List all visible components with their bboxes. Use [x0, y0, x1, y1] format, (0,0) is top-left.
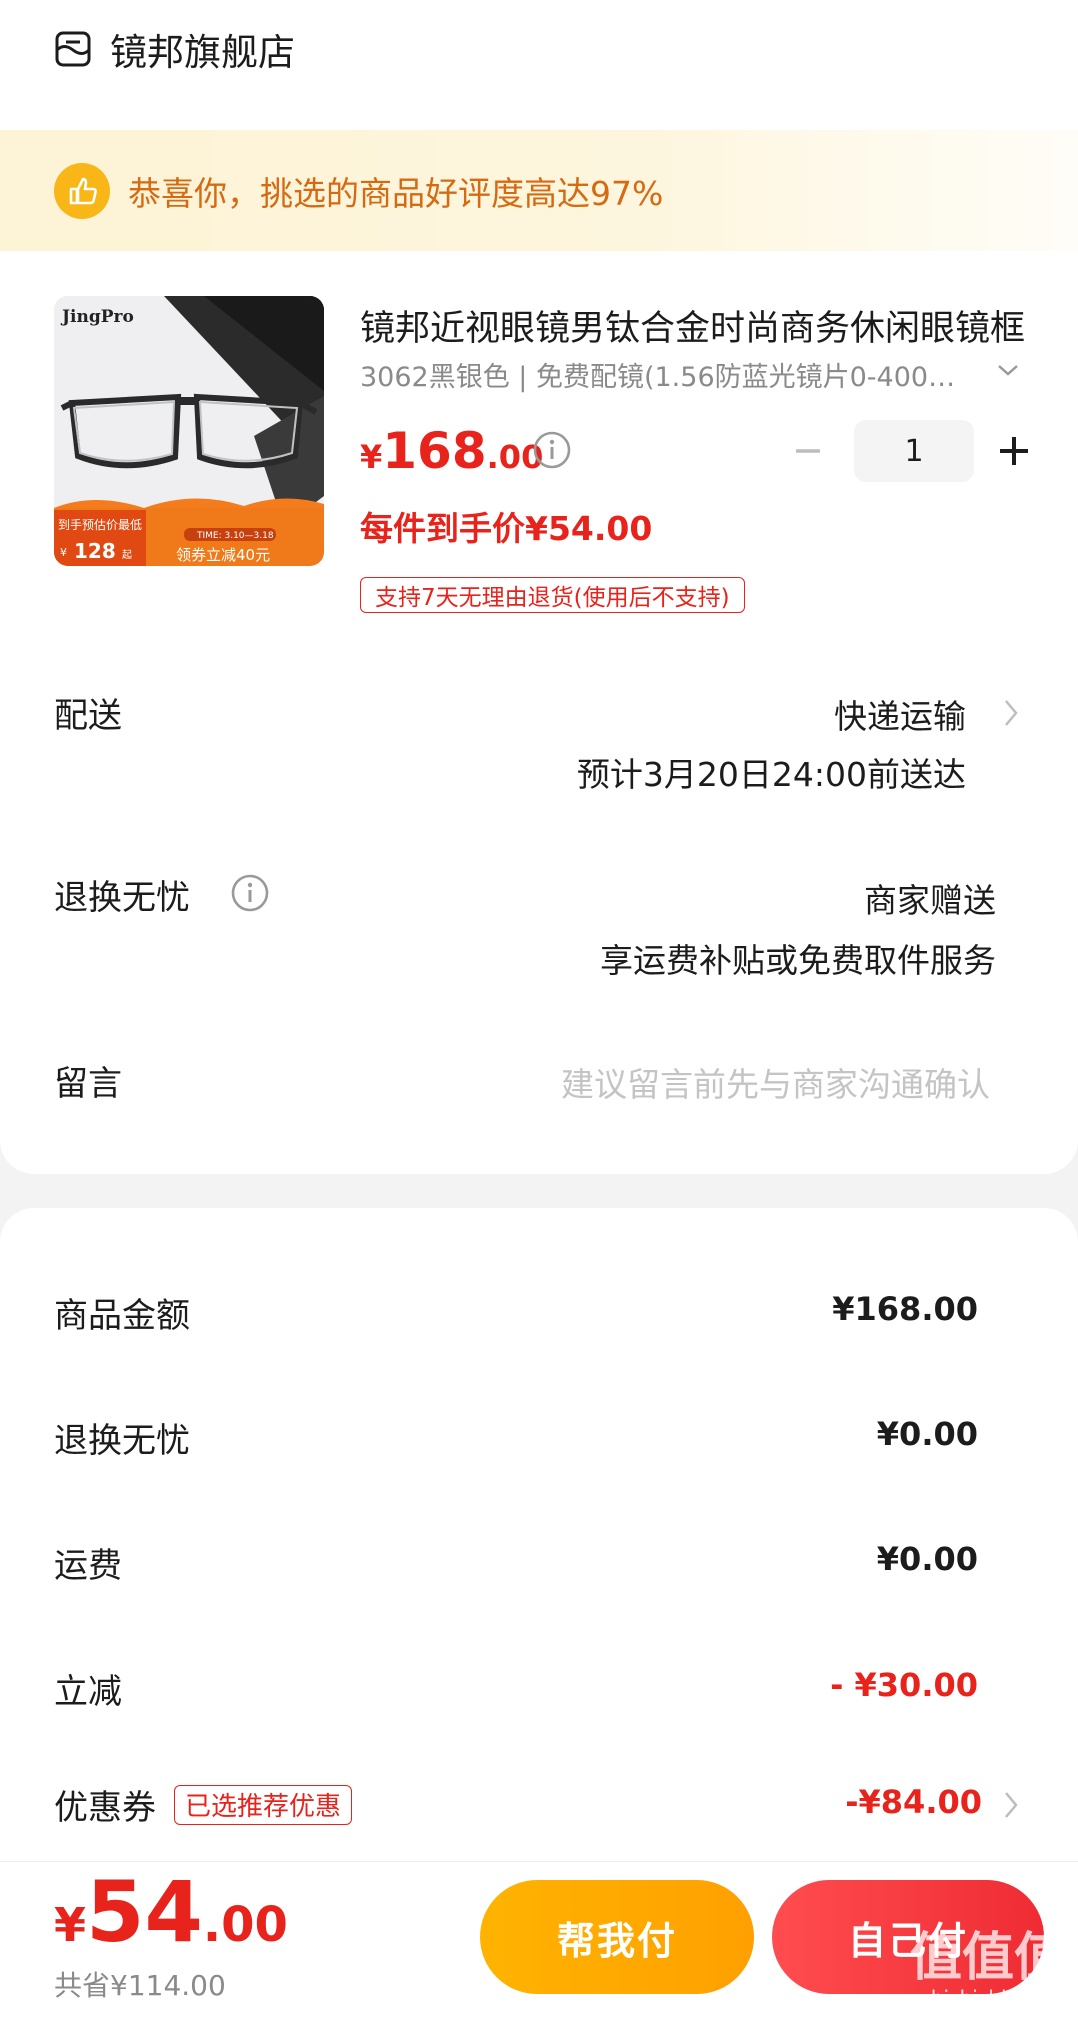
message-label: 留言	[54, 1064, 122, 1104]
info-icon[interactable]	[532, 430, 572, 470]
worry-free-value: 商家赠送	[864, 881, 996, 920]
delivery-eta: 预计3月20日24:00前送达	[576, 755, 966, 794]
decrease-button[interactable]	[786, 420, 830, 482]
per-item-price: 每件到手价¥54.00	[360, 509, 653, 548]
badge-label: 到手预估价最低	[58, 518, 142, 532]
store-name: 镜邦旗舰店	[110, 31, 295, 74]
delivery-label: 配送	[54, 696, 122, 736]
badge-suffix: 起	[122, 549, 132, 561]
total-decimal: .00	[202, 1897, 288, 1953]
product-price: ¥ 168 .00	[360, 422, 543, 480]
return-policy-tag: 支持7天无理由退货(使用后不支持)	[360, 577, 745, 613]
shipping-label: 运费	[54, 1546, 122, 1586]
badge-time: TIME: 3.10—3.18	[196, 531, 274, 541]
coupon-label: 优惠券	[54, 1788, 156, 1828]
total-integer: 54	[86, 1863, 203, 1961]
worry-free-fee-value: ¥0.00	[876, 1415, 978, 1453]
delivery-method[interactable]: 快递运输	[834, 690, 966, 738]
rating-banner: 恭喜你，挑选的商品好评度高达97%	[0, 130, 1078, 251]
message-input[interactable]: 建议留言前先与商家沟通确认	[561, 1058, 990, 1106]
worry-free-fee-label: 退换无忧	[54, 1421, 190, 1461]
total-symbol: ¥	[54, 1898, 87, 1952]
coupon-tag: 已选推荐优惠	[174, 1784, 353, 1825]
goods-amount-label: 商品金额	[54, 1296, 190, 1336]
plus-icon	[1000, 437, 1028, 465]
coupon-value[interactable]: -¥84.00	[845, 1783, 982, 1821]
info-icon[interactable]	[230, 873, 270, 913]
price-symbol: ¥	[360, 438, 383, 476]
shipping-value: ¥0.00	[876, 1540, 978, 1578]
product-image[interactable]: JingPro 到手预估价最低 ¥ 128 起 TIME: 3.10—3.18 …	[54, 296, 324, 566]
worry-free-desc: 享运费补贴或免费取件服务	[600, 941, 996, 980]
store-icon	[55, 31, 91, 67]
watermark-url: zhizhizhi.com	[920, 1986, 1056, 2011]
total-price: ¥ 54 .00	[54, 1870, 288, 1954]
goods-amount-value: ¥168.00	[832, 1290, 978, 1328]
coupon-row[interactable]: 优惠券 已选推荐优惠	[54, 1780, 353, 1829]
product-title[interactable]: 镜邦近视眼镜男钛合金时尚商务休闲眼镜框	[360, 300, 1030, 351]
discount-value: - ¥30.00	[830, 1666, 978, 1704]
product-spec[interactable]: 3062黑银色 | 免费配镜(1.56防蓝光镜片0-400度)	[360, 355, 960, 394]
chevron-right-icon[interactable]	[998, 1785, 1024, 1825]
watermark-logo: 值值值	[909, 1928, 1066, 1988]
store-header[interactable]: 镜邦旗舰店	[54, 24, 295, 74]
rating-text: 恭喜你，挑选的商品好评度高达97%	[128, 173, 664, 213]
help-pay-button[interactable]: 帮我付	[480, 1880, 754, 1994]
discount-label: 立减	[54, 1672, 122, 1712]
minus-icon	[796, 449, 820, 453]
chevron-right-icon[interactable]	[998, 693, 1024, 733]
chevron-down-icon[interactable]	[994, 356, 1022, 384]
total-saved: 共省¥114.00	[54, 1969, 226, 2002]
badge-price: 128	[74, 539, 116, 563]
watermark: 值值值 zhizhizhi.com	[909, 1928, 1066, 2011]
increase-button[interactable]	[992, 420, 1036, 482]
quantity-stepper: 1	[786, 420, 1036, 482]
badge-symbol: ¥	[60, 546, 67, 559]
price-integer: 168	[382, 422, 487, 480]
thumbs-up-icon	[54, 162, 110, 219]
badge-coupon: 领券立减40元	[176, 546, 270, 564]
product-brand: JingPro	[60, 307, 134, 327]
worry-free-label: 退换无忧	[54, 878, 190, 918]
quantity-input[interactable]: 1	[854, 420, 974, 482]
